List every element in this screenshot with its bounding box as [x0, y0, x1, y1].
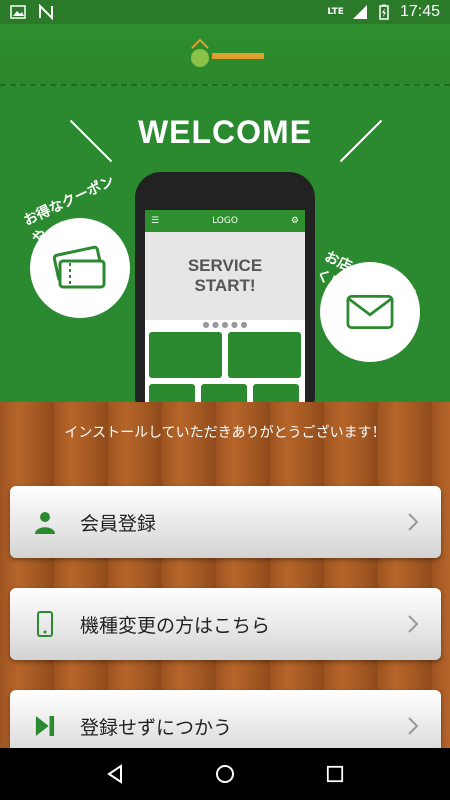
notification-n-icon [38, 3, 54, 21]
mail-icon [346, 294, 394, 330]
gallery-icon [10, 4, 26, 20]
phone-mockup: ☰ LOGO ⚙ SERVICE START! ● ● ● ● ● [135, 172, 315, 402]
chevron-right-icon [407, 614, 419, 634]
phone-logo-text: LOGO [212, 216, 238, 226]
tile-extra-3 [253, 384, 299, 402]
chevron-right-icon [407, 716, 419, 736]
install-thanks-text: インストールしていただきありがとうございます！ [64, 425, 386, 441]
device-change-button[interactable]: 機種変更の方はこちら [10, 588, 441, 660]
button-label: 会員登録 [80, 512, 157, 535]
phone-app-bar: ☰ LOGO ⚙ [145, 210, 305, 232]
hero-banner: WELCOME お得なクーポンや お店の情報が届く! ☰ LOGO ⚙ SERV… [0, 86, 450, 402]
home-icon[interactable] [212, 761, 238, 787]
tile-extra-2 [201, 384, 247, 402]
back-icon[interactable] [102, 761, 128, 787]
clock: 17:45 [399, 3, 440, 20]
chevron-right-icon [407, 512, 419, 532]
service-start-banner: SERVICE START! [145, 232, 305, 320]
tile-extra-1 [149, 384, 195, 402]
tile-form [228, 332, 301, 378]
store-logo [186, 38, 266, 78]
main-panel: インストールしていただきありがとうございます！ 会員登録 機種変更の方はこちら … [0, 402, 450, 762]
button-label: 登録せずにつかう [80, 716, 233, 739]
network-type: LTE [327, 7, 344, 17]
recents-icon[interactable] [322, 761, 348, 787]
skip-forward-icon [32, 713, 58, 739]
welcome-title: WELCOME [137, 114, 313, 150]
phone-icon [32, 611, 58, 637]
member-registration-button[interactable]: 会員登録 [10, 486, 441, 558]
phone-tiles [145, 332, 305, 402]
coupon-bubble [30, 218, 130, 318]
signal-icon [352, 4, 368, 20]
gear-icon: ⚙ [290, 216, 299, 226]
hamburger-icon: ☰ [151, 216, 160, 226]
phone-screen: ☰ LOGO ⚙ SERVICE START! ● ● ● ● ● [145, 210, 305, 402]
header-band [0, 24, 450, 86]
status-bar: LTE 17:45 [0, 0, 450, 24]
battery-charging-icon [376, 4, 392, 20]
system-nav-bar [0, 748, 450, 800]
person-icon [32, 509, 58, 535]
info-bubble [320, 262, 420, 362]
button-label: 機種変更の方はこちら [80, 614, 271, 637]
carousel-dots: ● ● ● ● ● [202, 320, 248, 329]
tile-coupon [149, 332, 222, 378]
ticket-icon [52, 245, 106, 289]
